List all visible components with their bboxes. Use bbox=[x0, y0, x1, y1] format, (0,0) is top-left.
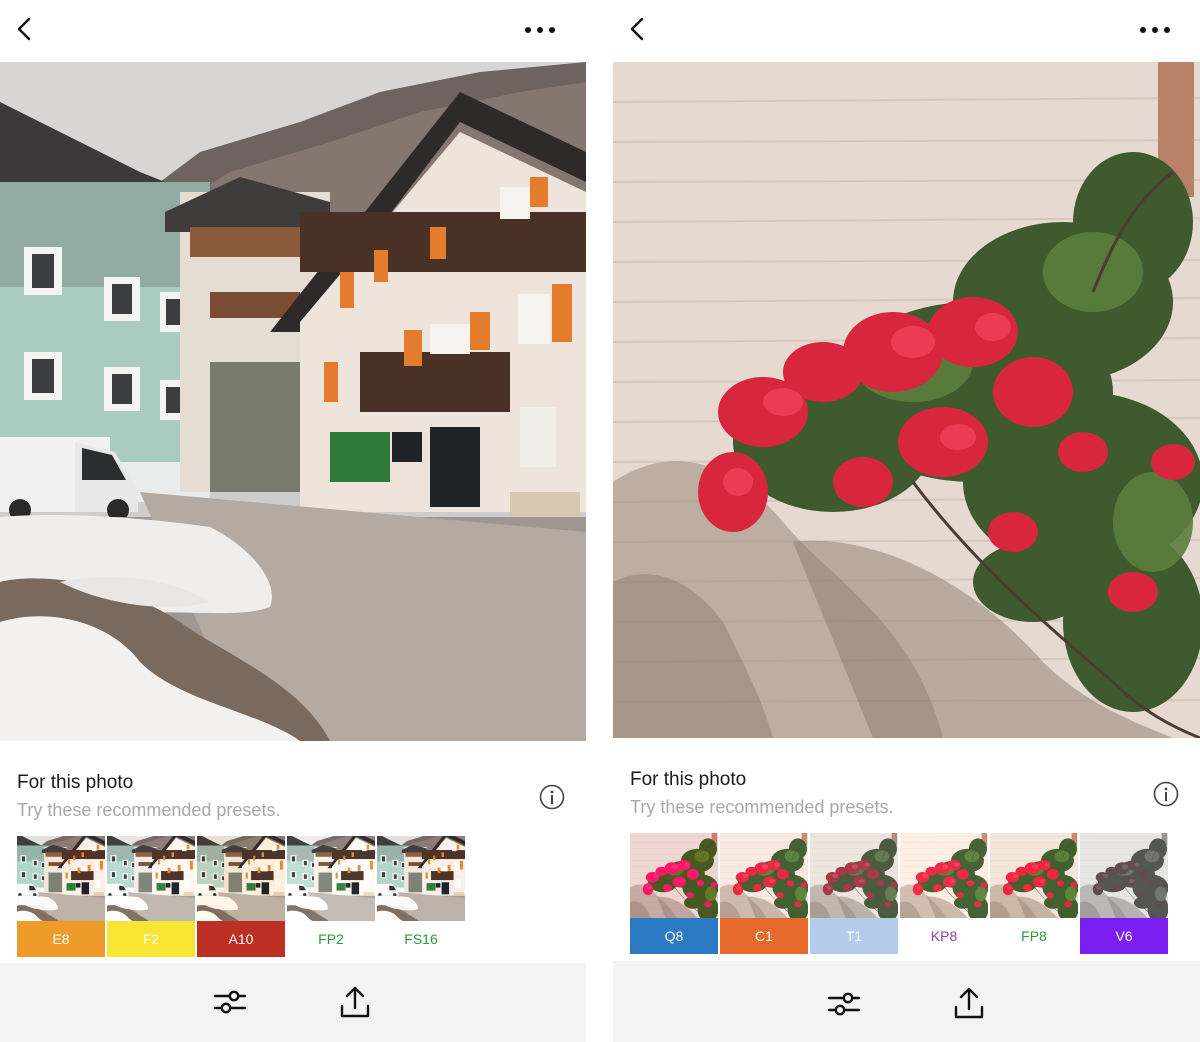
preset-thumbnail bbox=[107, 836, 195, 921]
screen-left: For this photo Try these recommended pre… bbox=[0, 0, 586, 1042]
info-button[interactable] bbox=[1153, 781, 1179, 807]
top-bar bbox=[613, 0, 1200, 62]
preset-a10[interactable]: A10 bbox=[197, 836, 285, 957]
share-button[interactable] bbox=[951, 985, 987, 1021]
back-button[interactable] bbox=[625, 14, 651, 44]
preset-kp8[interactable]: KP8 bbox=[900, 833, 988, 954]
preset-thumbnail bbox=[287, 836, 375, 921]
preset-label: A10 bbox=[197, 921, 285, 957]
section-title: For this photo bbox=[17, 772, 134, 793]
preset-label: FS16 bbox=[377, 921, 465, 957]
info-button[interactable] bbox=[539, 784, 565, 810]
photo-preview[interactable] bbox=[0, 62, 586, 741]
preset-label: FP2 bbox=[287, 921, 375, 957]
photo-preview[interactable] bbox=[613, 62, 1200, 738]
village-photo bbox=[0, 62, 586, 741]
adjust-button[interactable] bbox=[212, 984, 248, 1020]
share-upload-icon bbox=[340, 986, 370, 1018]
preset-label: F2 bbox=[107, 921, 195, 957]
preset-thumbnail bbox=[1080, 833, 1168, 918]
preset-list: E8 F2 A10 FP2 FS16 bbox=[17, 836, 465, 957]
more-options-button[interactable] bbox=[520, 18, 560, 42]
preset-label: KP8 bbox=[900, 918, 988, 954]
screen-right: For this photo Try these recommended pre… bbox=[613, 0, 1200, 1042]
info-circle-icon bbox=[539, 784, 565, 810]
preset-t1[interactable]: T1 bbox=[810, 833, 898, 954]
preset-f2[interactable]: F2 bbox=[107, 836, 195, 957]
bottom-toolbar bbox=[0, 963, 586, 1042]
more-horizontal-icon bbox=[525, 27, 555, 33]
preset-thumbnail bbox=[17, 836, 105, 921]
sliders-icon bbox=[827, 992, 861, 1016]
preset-label: Q8 bbox=[630, 918, 718, 954]
section-title: For this photo bbox=[630, 769, 747, 790]
preset-label: V6 bbox=[1080, 918, 1168, 954]
preset-label: FP8 bbox=[990, 918, 1078, 954]
preset-thumbnail bbox=[900, 833, 988, 918]
back-button[interactable] bbox=[12, 14, 38, 44]
preset-fs16[interactable]: FS16 bbox=[377, 836, 465, 957]
preset-fp2[interactable]: FP2 bbox=[287, 836, 375, 957]
preset-label: E8 bbox=[17, 921, 105, 957]
preset-thumbnail bbox=[197, 836, 285, 921]
section-subtitle: Try these recommended presets. bbox=[17, 800, 281, 820]
more-horizontal-icon bbox=[1140, 27, 1170, 33]
bottom-toolbar bbox=[613, 961, 1200, 1042]
top-bar bbox=[0, 0, 586, 62]
share-button[interactable] bbox=[337, 984, 373, 1020]
share-upload-icon bbox=[954, 987, 984, 1019]
adjust-button[interactable] bbox=[826, 986, 862, 1022]
sliders-icon bbox=[213, 990, 247, 1014]
preset-thumbnail bbox=[810, 833, 898, 918]
preset-thumbnail bbox=[630, 833, 718, 918]
chevron-left-icon bbox=[17, 17, 31, 41]
chevron-left-icon bbox=[630, 17, 644, 41]
preset-list: Q8 C1 T1 KP8 FP8 V6 bbox=[630, 833, 1168, 954]
preset-label: T1 bbox=[810, 918, 898, 954]
preset-label: C1 bbox=[720, 918, 808, 954]
preset-thumbnail bbox=[720, 833, 808, 918]
preset-v6[interactable]: V6 bbox=[1080, 833, 1168, 954]
info-circle-icon bbox=[1153, 781, 1179, 807]
more-options-button[interactable] bbox=[1135, 18, 1175, 42]
preset-fp8[interactable]: FP8 bbox=[990, 833, 1078, 954]
preset-thumbnail bbox=[990, 833, 1078, 918]
preset-c1[interactable]: C1 bbox=[720, 833, 808, 954]
preset-e8[interactable]: E8 bbox=[17, 836, 105, 957]
section-subtitle: Try these recommended presets. bbox=[630, 797, 894, 817]
flower-photo bbox=[613, 62, 1200, 738]
preset-q8[interactable]: Q8 bbox=[630, 833, 718, 954]
preset-thumbnail bbox=[377, 836, 465, 921]
